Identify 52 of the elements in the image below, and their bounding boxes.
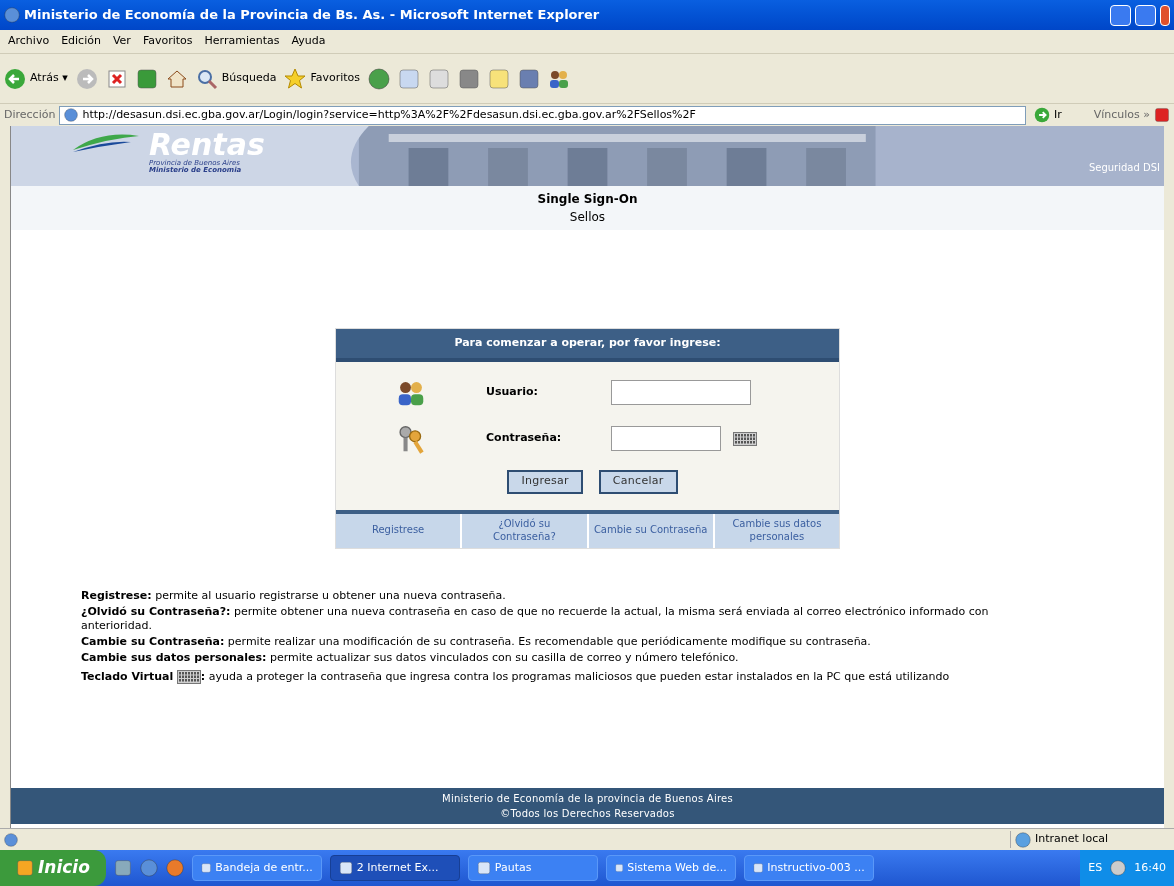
help-paragraph: Cambie sus datos personales: permite actualizar sus datos vinculados con su casilla de correo y número telefónico.: [81, 650, 740, 665]
start-button[interactable]: Inicio: [0, 850, 106, 886]
minimize-button[interactable]: [1110, 4, 1131, 26]
help-paragraph: Registrese: permite al usuario registrarse u obtener una nueva contraseña.: [81, 588, 507, 603]
login-header: Para comenzar a operar, por favor ingrese:: [336, 329, 839, 362]
footer-text: ©Todos los Derechos Reservados: [500, 807, 675, 821]
taskbar-button[interactable]: 2 Internet Ex...: [329, 855, 460, 881]
taskbar-button[interactable]: Instructivo-003 ...: [743, 855, 874, 881]
page-subtitle: Sellos: [569, 209, 606, 226]
search-button[interactable]: Búsqueda: [195, 67, 277, 90]
stop-icon[interactable]: [105, 67, 128, 90]
clock: 16:40: [1134, 859, 1166, 876]
help-paragraph: ¿Olvidó su Contraseña?: permite obtener una nueva contraseña en caso de que no recuerde la actual, la misma será enviada al correo electrónico informado con anterioridad.: [81, 604, 990, 633]
close-button[interactable]: [1160, 4, 1170, 26]
language-indicator[interactable]: ES: [1088, 859, 1103, 877]
menu-item[interactable]: Edición: [61, 33, 101, 50]
links-button[interactable]: Vínculos »: [1093, 106, 1150, 124]
star-icon[interactable]: [284, 67, 307, 90]
help-paragraph: Teclado Virtual : ayuda a proteger la contraseña que ingresa contra los programas maliciosos que pueden estar instalados en la PC que está utilizando: [81, 668, 951, 686]
search-icon[interactable]: [195, 67, 218, 90]
field-label: Contraseña:: [486, 430, 563, 447]
taskbar-button[interactable]: Pautas: [467, 855, 598, 881]
keyboard-icon[interactable]: [176, 669, 201, 684]
field-label: Usuario:: [486, 384, 539, 401]
login-button[interactable]: Ingresar: [507, 469, 583, 494]
maximize-button[interactable]: [1135, 4, 1156, 26]
help-link[interactable]: Registrese: [336, 513, 461, 548]
page-title: Single Sign-On: [537, 191, 638, 208]
menu-item[interactable]: Favoritos: [142, 33, 193, 50]
password-field[interactable]: [611, 426, 721, 451]
zone-status: Intranet local: [1010, 831, 1170, 848]
help-paragraph: Cambie su Contraseña: permite realizar una modificación de su contraseña. Es recomendable que periódicamente modifique su contraseña.: [81, 634, 872, 649]
cancel-button[interactable]: Cancelar: [598, 469, 678, 494]
help-link[interactable]: Cambie sus datos personales: [714, 513, 839, 548]
virtual-keyboard-icon[interactable]: [733, 432, 757, 446]
menu-item[interactable]: Ver: [112, 33, 131, 50]
menu-item[interactable]: Archivo: [8, 33, 50, 50]
address-field[interactable]: http://desasun.dsi.ec.gba.gov.ar/Login/login?service=http%3A%2F%2Fdesasun.dsi.ec.gba.gov.ar%2FSellos%2F: [59, 105, 1026, 125]
address-label: Dirección: [4, 106, 56, 123]
go-button[interactable]: Ir: [1029, 106, 1066, 124]
keys-icon[interactable]: [396, 423, 426, 454]
help-link[interactable]: Cambie su Contraseña: [588, 513, 713, 548]
taskbar-button[interactable]: Sistema Web de...: [605, 855, 736, 881]
help-link[interactable]: ¿Olvidó su Contraseña?: [462, 513, 587, 548]
username-field[interactable]: [611, 380, 751, 405]
menu-item[interactable]: Ayuda: [291, 33, 326, 50]
window-title: Ministerio de Economía de la Provincia de Bs. As. - Microsoft Internet Explorer: [24, 6, 600, 25]
footer-text: Ministerio de Economía de la provincia de Buenos Aires: [442, 792, 733, 806]
menu-item[interactable]: Herramientas: [204, 33, 280, 50]
back-button[interactable]: Atrás ▾: [4, 67, 68, 90]
taskbar-button[interactable]: Bandeja de entr...: [191, 855, 322, 881]
favorites-button[interactable]: Favoritos: [284, 67, 361, 90]
